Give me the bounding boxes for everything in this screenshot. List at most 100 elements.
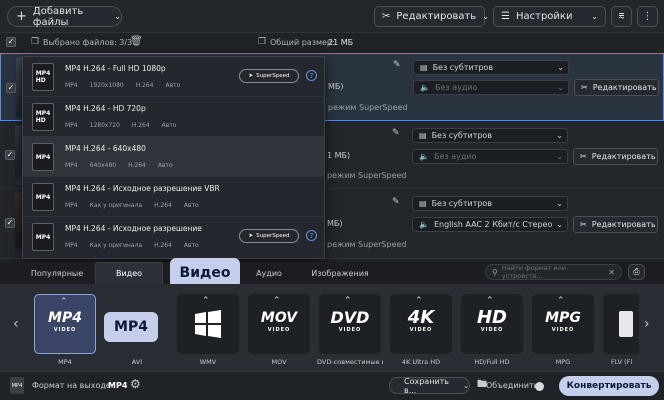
format-label: MOV bbox=[271, 358, 287, 366]
add-files-button[interactable]: + Добавить файлы ⌄ bbox=[7, 6, 122, 28]
total-size-value: 21 МБ bbox=[328, 38, 354, 47]
pencil-icon[interactable]: ✎ bbox=[392, 197, 400, 207]
gear-icon[interactable]: ⚙ bbox=[130, 377, 141, 391]
format-dvd[interactable]: ⌃ DVD VIDEO bbox=[319, 294, 381, 354]
tab-audio[interactable]: Аудио bbox=[242, 262, 296, 284]
more-menu-button[interactable]: ⋮ bbox=[637, 6, 658, 27]
chevron-down-icon: ⌄ bbox=[591, 12, 598, 21]
share-button[interactable]: ⩳ bbox=[611, 6, 632, 27]
sliders-icon: ☰ bbox=[501, 11, 510, 22]
tab-video[interactable]: Видео bbox=[95, 262, 163, 284]
audio-value: English AAC 2 Кбит/с Стерео bbox=[433, 220, 553, 229]
preset-title: MP4 H.264 - Исходное разрешение bbox=[65, 224, 202, 233]
preset-option[interactable]: MP4 HD MP4 H.264 - HD 720p MP4 1280x720 H.2… bbox=[23, 97, 324, 137]
chevron-down-icon: ⌄ bbox=[482, 12, 489, 21]
subtitles-select[interactable]: ▤ Без субтитров ⌄ bbox=[413, 60, 569, 75]
select-all-checkbox[interactable]: ✓ bbox=[6, 37, 16, 47]
selected-count: Выбрано файлов: 3/3 bbox=[43, 38, 133, 47]
format-label: FLV (Fl bbox=[611, 358, 633, 366]
preset-title: MP4 H.264 - HD 720p bbox=[65, 104, 146, 113]
app-window: + Добавить файлы ⌄ ✂ Редактировать ⌄ ☰ Н… bbox=[0, 0, 664, 400]
tab-images[interactable]: Изображения bbox=[304, 262, 376, 284]
row-checkbox[interactable]: ✓ bbox=[5, 150, 15, 160]
format-label: DVD-совместимые в... bbox=[317, 358, 383, 366]
subtitles-select[interactable]: ▤ Без субтитров ⌄ bbox=[412, 196, 568, 211]
format-mp4[interactable]: ⌃ MP4 VIDEO bbox=[34, 294, 96, 354]
selection-bar: ✓ ❐ Выбрано файлов: 3/3 🗑 ❐ Общий размер… bbox=[0, 33, 664, 52]
format-hd[interactable]: ⌃ HD VIDEO bbox=[461, 294, 523, 354]
device-detect-button[interactable]: ⎙ bbox=[628, 264, 645, 280]
format-gallery: ‹ › ⌃ MP4 VIDEO MP4 MP4 AVI ⌃ WMV ⌃ MOV VI… bbox=[0, 284, 664, 371]
chevron-left-icon[interactable]: ‹ bbox=[13, 316, 19, 332]
merge-toggle[interactable] bbox=[535, 382, 544, 391]
format-label: HD/Full HD bbox=[474, 358, 510, 366]
help-icon[interactable]: ? bbox=[306, 70, 317, 81]
scissors-icon: ✂ bbox=[580, 220, 587, 229]
mp4-file-icon: MP4 bbox=[32, 143, 54, 171]
format-flv[interactable] bbox=[603, 294, 639, 354]
save-to-dropdown[interactable]: Сохранить в... ⌄ bbox=[389, 377, 470, 395]
row-checkbox[interactable]: ✓ bbox=[5, 218, 15, 228]
preset-option[interactable]: MP4 HD MP4 H.264 - Full HD 1080p MP4 1920x… bbox=[23, 57, 324, 97]
audio-select[interactable]: 🔈 English AAC 2 Кбит/с Стерео ⌄ bbox=[412, 217, 568, 232]
caret-up-icon: ⌃ bbox=[344, 296, 352, 306]
chevron-right-icon[interactable]: › bbox=[644, 316, 650, 332]
chevron-down-icon: ⌄ bbox=[556, 199, 563, 208]
search-icon: ⚲ bbox=[492, 267, 498, 277]
help-icon[interactable]: ? bbox=[306, 230, 317, 241]
preset-details: MP4 Как у оригинала H.264 Авто bbox=[65, 202, 199, 209]
edit-button-label: Редактировать bbox=[592, 83, 657, 92]
close-icon[interactable]: ✕ bbox=[608, 268, 615, 277]
edit-toolbar-button[interactable]: ✂ Редактировать ⌄ bbox=[374, 6, 489, 27]
scissors-icon: ✂ bbox=[382, 11, 391, 22]
chevron-down-icon: ⌄ bbox=[114, 12, 121, 21]
format-label: AVI bbox=[131, 358, 143, 366]
format-mov[interactable]: ⌃ MOV VIDEO bbox=[248, 294, 310, 354]
pencil-icon[interactable]: ✎ bbox=[392, 128, 400, 138]
total-size-label: Общий размер: bbox=[270, 38, 335, 47]
mp4-file-icon: MP4 bbox=[32, 223, 54, 251]
format-label: MP4 bbox=[58, 358, 72, 366]
mp4-file-icon: MP4 bbox=[32, 183, 54, 211]
format-label: 4K Ultra HD bbox=[401, 358, 441, 366]
edit-button-label: Редактировать bbox=[591, 220, 656, 229]
format-search-input[interactable]: ⚲ Найти формат или устройств... ✕ bbox=[485, 264, 622, 280]
pencil-icon[interactable]: ✎ bbox=[393, 60, 401, 70]
trash-icon[interactable]: 🗑 bbox=[130, 36, 143, 47]
edit-button[interactable]: ✂ Редактировать bbox=[573, 216, 658, 233]
edit-button[interactable]: ✂ Редактировать bbox=[573, 148, 658, 165]
audio-select[interactable]: 🔈 Без аудио ⌄ bbox=[413, 80, 569, 95]
convert-button[interactable]: Конвертировать bbox=[559, 376, 659, 396]
edit-button[interactable]: ✂ Редактировать bbox=[574, 79, 659, 96]
preset-option[interactable]: MP4 MP4 H.264 - Исходное разрешение VBR … bbox=[23, 177, 324, 217]
preset-title: MP4 H.264 - Full HD 1080p bbox=[65, 64, 166, 73]
superspeed-badge: ➤ SuperSpeed bbox=[239, 229, 299, 243]
caret-up-icon: ⌃ bbox=[415, 296, 423, 306]
top-toolbar: + Добавить файлы ⌄ ✂ Редактировать ⌄ ☰ Н… bbox=[0, 0, 664, 33]
format-4k[interactable]: ⌃ 4K VIDEO bbox=[390, 294, 452, 354]
row-checkbox[interactable]: ✓ bbox=[6, 83, 16, 93]
output-format-label: Формат на выходе: bbox=[32, 381, 114, 390]
audio-select[interactable]: 🔈 Без аудио ⌄ bbox=[412, 149, 568, 164]
merge-label: Объединить: bbox=[486, 381, 542, 390]
superspeed-hint: режим SuperSpeed bbox=[328, 103, 408, 112]
settings-button[interactable]: ☰ Настройки ⌄ bbox=[493, 6, 606, 27]
subtitles-value: Без субтитров bbox=[432, 63, 494, 72]
superspeed-hint: режим SuperSpeed bbox=[327, 171, 407, 180]
preset-option[interactable]: MP4 MP4 H.264 - Исходное разрешение MP4 К… bbox=[23, 217, 324, 257]
tab-popular[interactable]: Популярные bbox=[22, 262, 92, 284]
subtitles-icon: ▤ bbox=[419, 131, 427, 140]
audio-icon: 🔈 bbox=[420, 83, 430, 92]
files-icon: ❐ bbox=[31, 37, 40, 47]
preset-option[interactable]: MP4 MP4 H.264 - 640x480 MP4 640x480 H.264 А… bbox=[23, 137, 324, 177]
caret-up-icon: ⌃ bbox=[202, 296, 210, 306]
chevron-down-icon: ⌄ bbox=[556, 220, 563, 229]
format-mpg[interactable]: ⌃ MPG VIDEO bbox=[532, 294, 594, 354]
subtitles-icon: ▤ bbox=[420, 63, 428, 72]
subtitles-select[interactable]: ▤ Без субтитров ⌄ bbox=[412, 128, 568, 143]
chevron-down-icon: ⌄ bbox=[556, 131, 563, 140]
format-wmv[interactable]: ⌃ bbox=[177, 294, 239, 354]
format-avi[interactable] bbox=[106, 294, 168, 354]
mp4-file-icon: MP4 HD bbox=[32, 103, 54, 131]
audio-icon: 🔈 bbox=[419, 220, 429, 229]
